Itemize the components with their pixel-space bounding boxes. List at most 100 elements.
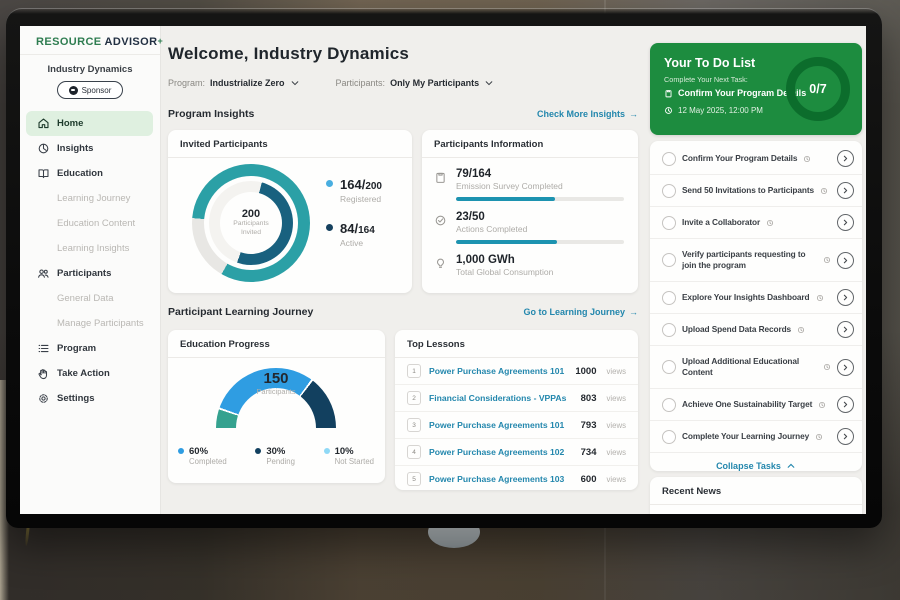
task-label[interactable]: Upload Spend Data Records [682,324,791,335]
task-go-button[interactable] [837,182,854,199]
clock-icon [816,294,824,302]
task-checkbox[interactable] [662,253,676,267]
task-checkbox[interactable] [662,360,676,374]
legend-bullet [326,224,333,231]
app-logo: RESOURCEADVISOR+ [20,26,160,55]
task-label[interactable]: Confirm Your Program Details [682,153,797,164]
clock-icon [818,401,826,409]
sidebar-item-settings[interactable]: Settings [20,386,160,411]
lesson-link[interactable]: Power Purchase Agreements 102 [429,447,573,457]
sponsor-badge[interactable]: Sponsor [57,81,123,99]
info-row-actions: 23/50 Actions Completed [422,201,638,244]
go-to-learning-journey-link[interactable]: Go to Learning Journey → [523,307,638,317]
task-row: Achieve One Sustainability Target [650,389,862,421]
todo-hero-card: Your To Do List Complete Your Next Task:… [650,43,862,135]
lesson-rank: 5 [407,472,421,486]
sidebar-item-general-data[interactable]: General Data [20,286,160,311]
learning-journey-header: Participant Learning Journey Go to Learn… [168,306,638,318]
task-label[interactable]: Explore Your Insights Dashboard [682,292,810,303]
check-more-insights-link[interactable]: Check More Insights → [537,109,638,119]
task-checkbox[interactable] [662,152,676,166]
sidebar-item-participants[interactable]: Participants [20,261,160,286]
sidebar-item-home[interactable]: Home [26,111,153,136]
participants-value: Only My Participants [390,78,479,88]
task-label[interactable]: Achieve One Sustainability Target [682,399,812,410]
task-go-button[interactable] [837,289,854,306]
lesson-link[interactable]: Power Purchase Agreements 101 [429,366,567,376]
task-go-button[interactable] [837,359,854,376]
sidebar-item-learning-insights[interactable]: Learning Insights [20,236,160,261]
hand-icon [37,367,50,380]
task-go-button[interactable] [837,214,854,231]
info-label: Actions Completed [456,224,624,234]
task-label[interactable]: Invite a Collaborator [682,217,760,228]
invited-donut-center: 200 ParticipantsInvited [220,192,282,254]
task-label[interactable]: Upload Additional Educational Content [682,356,817,378]
bulb-icon [434,257,447,270]
list-icon [37,342,50,355]
task-checkbox[interactable] [662,184,676,198]
task-row: Upload Additional Educational Content [650,346,862,389]
task-checkbox[interactable] [662,216,676,230]
legend-bullet [178,448,184,454]
clock-icon [815,433,823,441]
participants-label: Participants: [336,78,386,88]
chevron-down-icon [290,78,300,88]
task-label[interactable]: Complete Your Learning Journey [682,431,809,442]
gear-icon [37,392,50,405]
sidebar-item-label: Settings [57,393,94,404]
task-label[interactable]: Verify participants requesting to join t… [682,249,817,271]
link-label: Check More Insights [537,109,625,119]
todo-progress-ring: 0/7 [786,57,850,121]
task-go-button[interactable] [837,396,854,413]
program-dropdown[interactable]: Program: Industrialize Zero [168,78,300,88]
home-icon [37,117,50,130]
sidebar-item-insights[interactable]: Insights [20,136,160,161]
task-checkbox[interactable] [662,398,676,412]
legend-value: 60% [189,446,227,457]
participants-dropdown[interactable]: Participants: Only My Participants [336,78,495,88]
views-label: views [607,421,627,430]
task-go-button[interactable] [837,321,854,338]
task-go-button[interactable] [837,428,854,445]
task-checkbox[interactable] [662,430,676,444]
sidebar-item-label: Education Content [57,218,135,229]
task-checkbox[interactable] [662,291,676,305]
collapse-label: Collapse Tasks [716,461,781,471]
lesson-link[interactable]: Financial Considerations - VPPAs [429,393,573,403]
sidebar-item-label: Take Action [57,368,110,379]
legend-bullet [324,448,330,454]
sidebar-item-education-content[interactable]: Education Content [20,211,160,236]
sidebar-item-education[interactable]: Education [20,161,160,186]
task-label[interactable]: Send 50 Invitations to Participants [682,185,814,196]
program-value: Industrialize Zero [210,78,285,88]
lesson-link[interactable]: Power Purchase Agreements 103 [429,474,573,484]
sidebar-item-program[interactable]: Program [20,336,160,361]
donut-legend: 164/200 Registered 84/164 Active [326,176,382,248]
invited-donut-inner: 200 ParticipantsInvited [209,181,293,265]
legend-item-not-started: 10%Not Started [324,446,374,466]
task-row: Confirm Your Program Details [650,143,862,175]
invited-participants-card: Invited Participants 200 ParticipantsInv… [168,130,412,293]
sidebar-item-manage-participants[interactable]: Manage Participants [20,311,160,336]
progress-fill [456,197,555,201]
sidebar-item-take-action[interactable]: Take Action [20,361,160,386]
gauge-center-label: Participants [168,387,384,396]
chevron-up-icon [786,461,796,471]
sidebar-item-label: Learning Insights [57,243,129,254]
task-checkbox[interactable] [662,323,676,337]
clock-icon [797,326,805,334]
sidebar-item-label: Education [57,168,103,179]
todo-subtitle: Complete Your Next Task: [664,75,748,84]
sidebar-item-label: Home [57,118,83,129]
task-go-button[interactable] [837,150,854,167]
collapse-tasks-link[interactable]: Collapse Tasks [650,453,862,479]
task-go-button[interactable] [837,252,854,269]
legend-label: Active [340,238,375,248]
sidebar-item-learning-journey[interactable]: Learning Journey [20,186,160,211]
lesson-rank: 4 [407,445,421,459]
section-title: Program Insights [168,108,254,120]
invited-donut-gap: 200 ParticipantsInvited [204,176,298,270]
lesson-link[interactable]: Power Purchase Agreements 101 [429,420,573,430]
donut-center-value: 200 [242,208,260,220]
